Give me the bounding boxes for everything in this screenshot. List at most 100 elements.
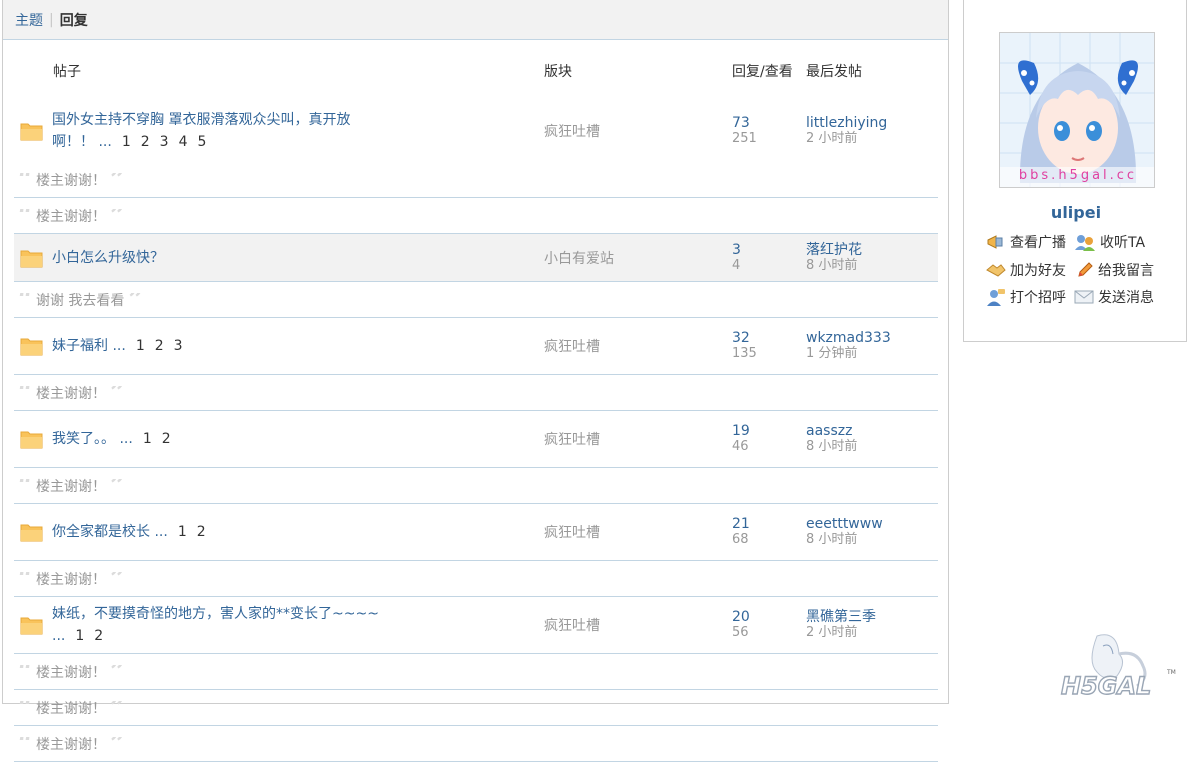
folder-icon [20, 250, 43, 267]
thread-row: 国外女主持不穿胸 罩衣服滑落观众尖叫，真开放啊！！ ... 1 2 3 4 5 疯狂吐槽 73… [14, 100, 938, 162]
page-link[interactable]: 1 [136, 338, 145, 354]
reply-view-count: 34 [732, 242, 741, 274]
send-message-link[interactable]: 发送消息 [1074, 287, 1154, 307]
page-link[interactable]: 1 [178, 524, 187, 540]
reply-count[interactable]: 32 [732, 330, 757, 346]
thread-title-link[interactable]: 我笑了。。 [52, 431, 115, 447]
thread-title-link[interactable]: 妹子福利 [52, 338, 108, 354]
view-count: 135 [732, 346, 757, 361]
reply-quote[interactable]: “楼主谢谢！ ” [14, 375, 938, 411]
page-links: ... 1 2 [119, 431, 171, 447]
thread-row: 你全家都是校长 ... 1 2 疯狂吐槽 21 68 eeetttwww 8 小时前 [14, 504, 938, 561]
user-profile-card: bbs.h5gal.cc ulipei 查看广播 收听TA 加为好友 给我留言 [963, 0, 1187, 342]
quote-close-icon: ” [110, 386, 125, 400]
page-link[interactable]: 2 [197, 524, 206, 540]
quote-close-icon: ” [110, 173, 125, 187]
reply-quote-text: 楼主谢谢！ [35, 478, 106, 495]
view-count: 68 [732, 532, 749, 547]
reply-quote[interactable]: “楼主谢谢！ ” [14, 198, 938, 234]
view-count: 4 [732, 257, 741, 273]
thread-row: 妹子福利 ... 1 2 3 疯狂吐槽 32 135 wkzmad333 1 分钟前 [14, 318, 938, 375]
folder-icon [20, 338, 43, 356]
last-post: littlezhiying 2 小时前 [806, 115, 887, 147]
table-header: 帖子 版块 回复/查看 最后发帖 [3, 40, 950, 100]
page-link[interactable]: 2 [162, 431, 171, 447]
page-link[interactable]: 4 [179, 134, 188, 150]
reply-count[interactable]: 19 [732, 423, 750, 439]
last-post-user[interactable]: 黑礁第三季 [806, 609, 876, 625]
last-post-time[interactable]: 1 分钟前 [806, 346, 891, 362]
broadcast-link[interactable]: 查看广播 [986, 232, 1066, 252]
avatar[interactable]: bbs.h5gal.cc [999, 32, 1155, 188]
thread-forum[interactable]: 疯狂吐槽 [544, 336, 600, 356]
last-post: aasszz 8 小时前 [806, 423, 857, 455]
thread-forum[interactable]: 小白有爱站 [544, 248, 614, 268]
page-link[interactable]: 2 [141, 134, 150, 150]
thread-forum[interactable]: 疯狂吐槽 [544, 615, 600, 635]
reply-count[interactable]: 3 [732, 242, 741, 258]
thread-forum[interactable]: 疯狂吐槽 [544, 121, 600, 141]
thread-title-cell: 我笑了。。 ... 1 2 [52, 428, 392, 450]
page-link[interactable]: 5 [198, 134, 207, 150]
reply-quote[interactable]: “楼主谢谢！ ” [14, 726, 938, 762]
greet-link[interactable]: 打个招呼 [986, 287, 1066, 307]
main-panel: 主题 | 回复 帖子 版块 回复/查看 最后发帖 国外女主持不穿胸 罩衣服滑落观… [2, 0, 950, 762]
page-links: ... 1 2 3 4 5 [98, 134, 207, 150]
reply-quote[interactable]: “楼主谢谢！ ” [14, 654, 938, 690]
last-post-time[interactable]: 2 小时前 [806, 131, 887, 147]
reply-count[interactable]: 21 [732, 516, 750, 532]
reply-count[interactable]: 73 [732, 115, 757, 131]
leave-message-link[interactable]: 给我留言 [1076, 260, 1154, 280]
last-post-time[interactable]: 8 小时前 [806, 258, 862, 274]
tab-separator: | [49, 11, 54, 28]
page-link[interactable]: 3 [160, 134, 169, 150]
thread-title-cell: 你全家都是校长 ... 1 2 [52, 521, 392, 543]
col-post: 帖子 [53, 64, 81, 80]
last-post-user[interactable]: eeetttwww [806, 516, 883, 532]
reply-quote-text: 谢谢 我去看看 [35, 292, 125, 309]
quote-close-icon: ” [110, 572, 125, 586]
quote-close-icon: ” [110, 209, 125, 223]
thread-title-link[interactable]: 小白怎么升级快？ [52, 250, 164, 266]
page-link[interactable]: 1 [122, 134, 131, 150]
page-links: ... 1 2 [154, 524, 206, 540]
page-link[interactable]: 2 [155, 338, 164, 354]
reply-quote[interactable]: “谢谢 我去看看” [14, 282, 938, 318]
reply-count[interactable]: 20 [732, 609, 750, 625]
page-link[interactable]: 2 [94, 628, 103, 644]
thread-forum[interactable]: 疯狂吐槽 [544, 429, 600, 449]
reply-quote[interactable]: “楼主谢谢！ ” [14, 561, 938, 597]
quote-open-icon: “ [18, 386, 33, 400]
last-post-time[interactable]: 2 小时前 [806, 625, 876, 641]
reply-quote[interactable]: “楼主谢谢！ ” [14, 162, 938, 198]
page-link[interactable]: 1 [75, 628, 84, 644]
last-post-user[interactable]: 落红护花 [806, 242, 862, 258]
greet-person-icon [987, 289, 1005, 306]
last-post-user[interactable]: wkzmad333 [806, 330, 891, 346]
username[interactable]: ulipei [964, 203, 1187, 222]
reply-view-count: 73 251 [732, 115, 757, 147]
add-friend-link[interactable]: 加为好友 [986, 260, 1066, 280]
col-forum: 版块 [544, 64, 572, 80]
tab-reply[interactable]: 回复 [60, 10, 88, 30]
thread-title-link[interactable]: 你全家都是校长 [52, 524, 150, 540]
tab-topic[interactable]: 主题 [15, 10, 43, 30]
thread-title-link[interactable]: 妹纸，不要摸奇怪的地方，害人家的**变长了~~~~ [52, 606, 379, 622]
thread-title-cell: 妹子福利 ... 1 2 3 [52, 335, 392, 357]
thread-list: 国外女主持不穿胸 罩衣服滑落观众尖叫，真开放啊！！ ... 1 2 3 4 5 疯狂吐槽 73… [14, 100, 938, 762]
last-post-user[interactable]: littlezhiying [806, 115, 887, 131]
follow-link[interactable]: 收听TA [1074, 232, 1145, 252]
last-post-user[interactable]: aasszz [806, 423, 857, 439]
thread-forum[interactable]: 疯狂吐槽 [544, 522, 600, 542]
reply-quote[interactable]: “楼主谢谢！ ” [14, 690, 938, 726]
page-link[interactable]: 1 [143, 431, 152, 447]
reply-quote[interactable]: “楼主谢谢！ ” [14, 468, 938, 504]
last-post-time[interactable]: 8 小时前 [806, 532, 883, 548]
last-post-time[interactable]: 8 小时前 [806, 439, 857, 455]
page-link[interactable]: 3 [174, 338, 183, 354]
quote-close-icon: ” [110, 479, 125, 493]
logo-tm: TM [1166, 669, 1176, 676]
last-post: wkzmad333 1 分钟前 [806, 330, 891, 362]
col-reply-view: 回复/查看 [732, 64, 793, 80]
reply-quote-text: 楼主谢谢！ [35, 208, 106, 225]
